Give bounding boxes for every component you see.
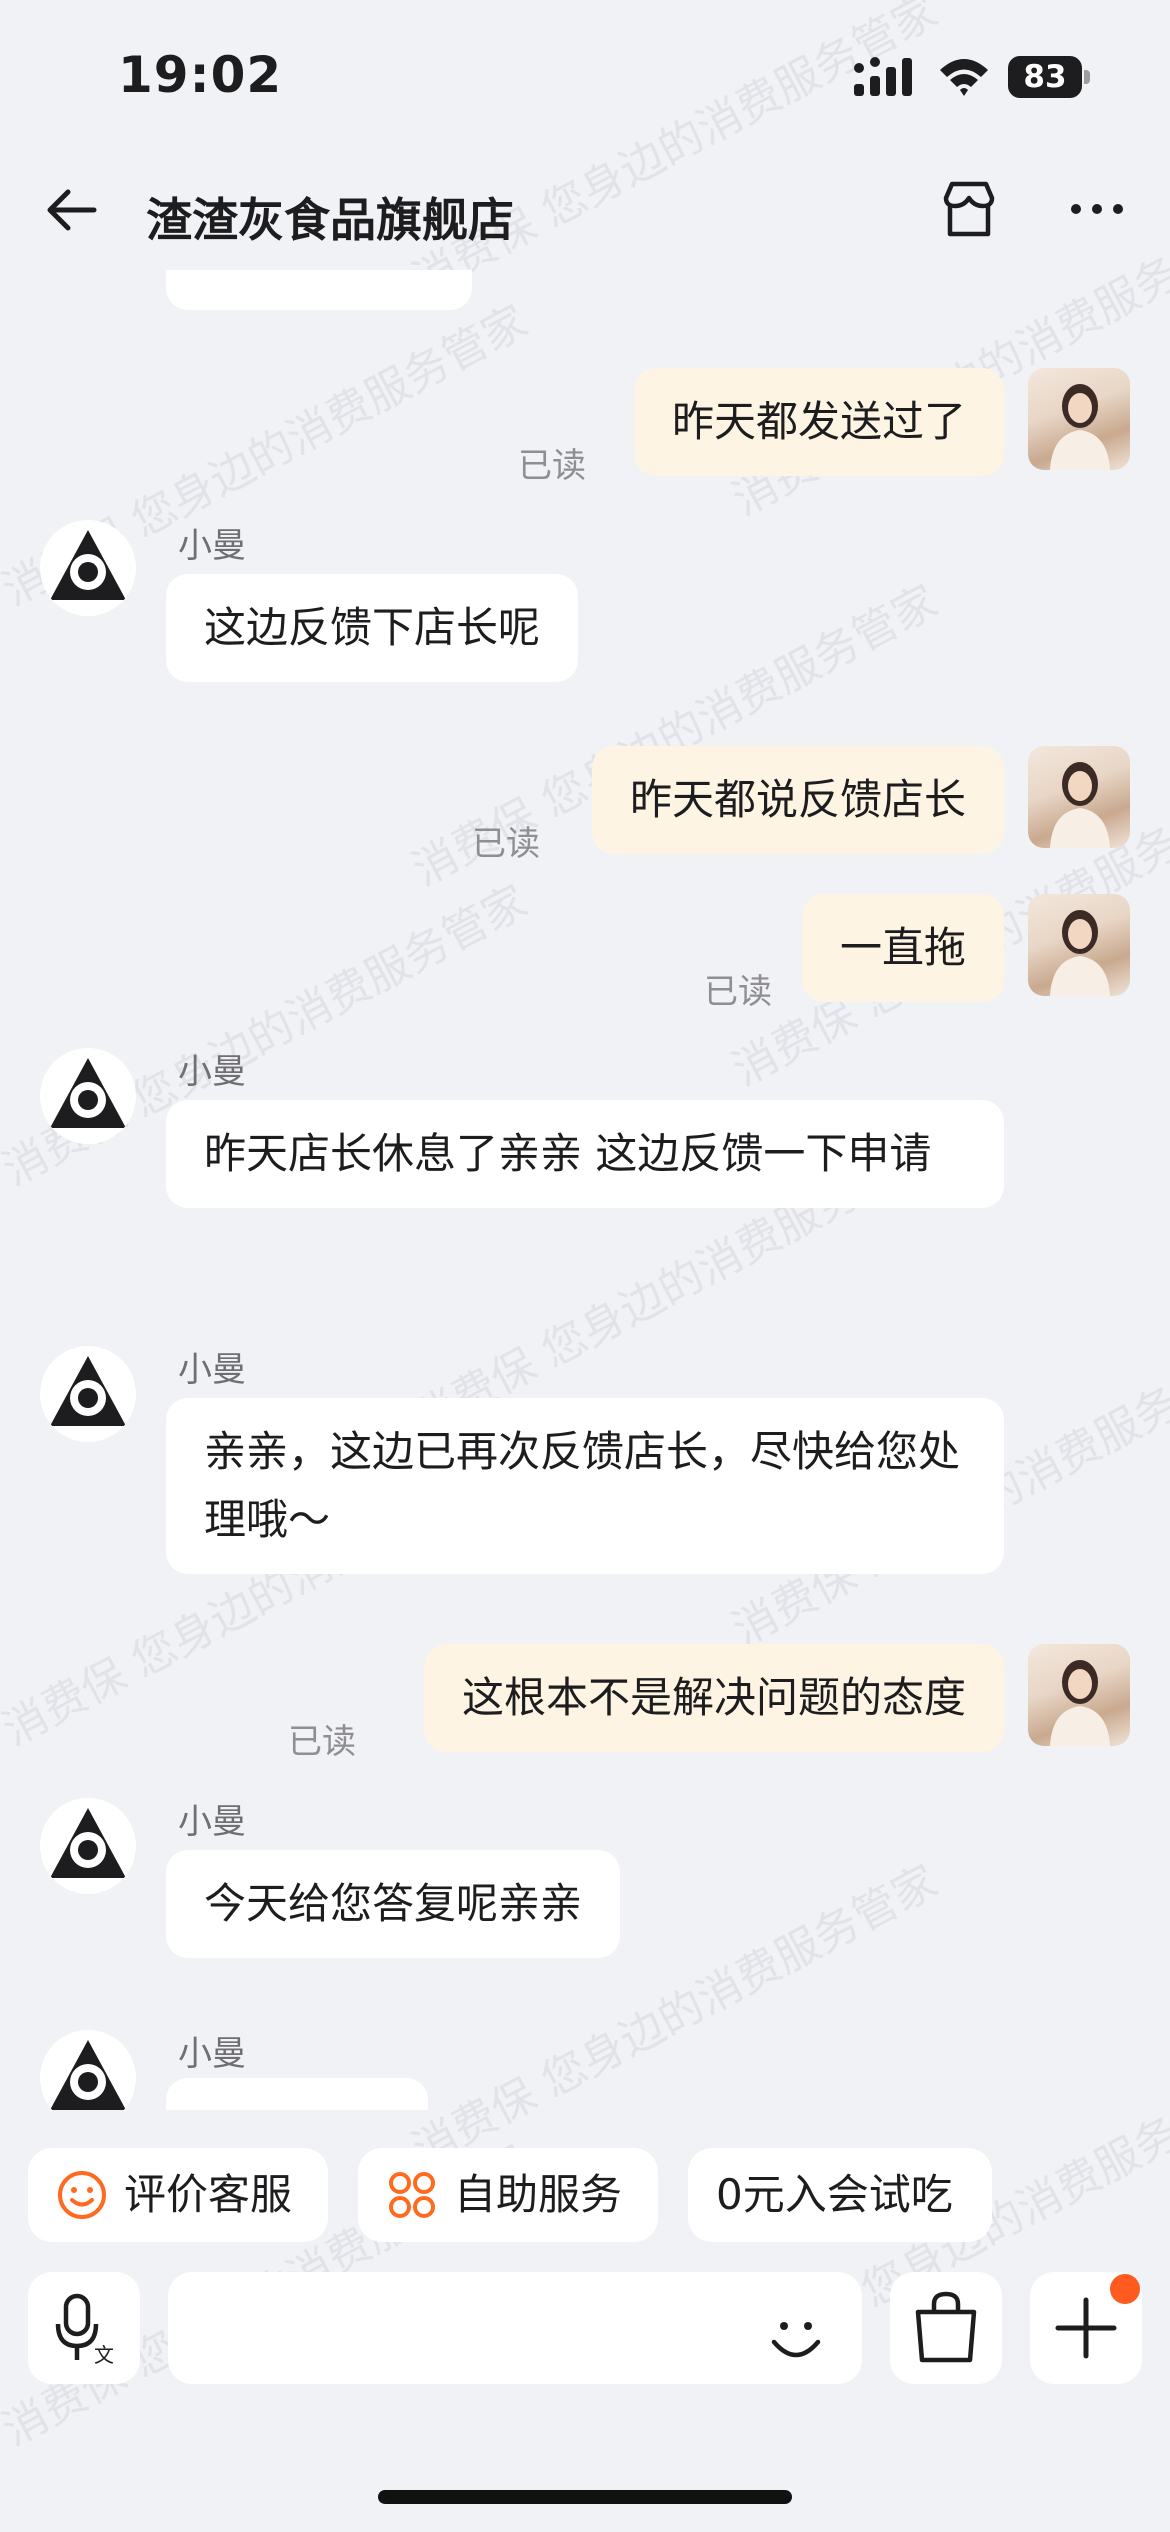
agent-avatar[interactable] — [40, 1048, 136, 1144]
message-input-bar: 文 — [0, 2270, 1170, 2400]
voice-input-button[interactable]: 文 — [28, 2272, 140, 2384]
read-receipt: 已读 — [472, 824, 540, 864]
message-bubble-sent[interactable]: 一直拖 — [801, 894, 1004, 1002]
home-indicator[interactable] — [378, 2490, 792, 2504]
agent-avatar[interactable] — [40, 520, 136, 616]
sender-name: 小曼 — [178, 1802, 246, 1842]
message-bubble-sent[interactable]: 昨天都说反馈店长 — [591, 746, 1004, 854]
quick-action-free-membership[interactable]: 0元入会试吃 — [688, 2148, 992, 2242]
read-receipt: 已读 — [288, 1722, 356, 1762]
agent-avatar[interactable] — [40, 1346, 136, 1442]
sender-name: 小曼 — [178, 1052, 246, 1092]
my-avatar[interactable] — [1028, 1644, 1130, 1746]
message-bubble-received[interactable]: 这边反馈下店长呢 — [166, 574, 579, 682]
status-bar: 19:02 83 — [0, 0, 1170, 150]
battery-icon: 83 — [1008, 56, 1090, 98]
sender-name: 小曼 — [178, 2034, 246, 2074]
sender-name: 小曼 — [178, 1350, 246, 1390]
cellular-signal-icon — [854, 57, 912, 96]
message-bubble-sent[interactable]: 这根本不是解决问题的态度 — [423, 1644, 1004, 1752]
shopping-bag-icon — [915, 2291, 977, 2363]
battery-tip — [1084, 70, 1090, 84]
store-icon[interactable] — [936, 176, 1002, 242]
shopping-bag-button[interactable] — [890, 2272, 1002, 2384]
quick-action-label: 评价客服 — [124, 2170, 293, 2219]
quick-action-self-service[interactable]: 自助服务 — [358, 2148, 658, 2242]
chat-header: 渣渣灰食品旗舰店 — [0, 150, 1170, 270]
message-input[interactable] — [168, 2272, 862, 2384]
grid-icon — [389, 2172, 435, 2218]
microphone-icon: 文 — [55, 2293, 114, 2367]
chat-message-list[interactable]: 昨天都发送过了 已读 小曼 这边反馈下店长呢 昨天都说反馈店长 已读 一直拖 已… — [0, 270, 1170, 2110]
notification-badge — [1110, 2274, 1140, 2304]
agent-avatar[interactable] — [40, 1798, 136, 1894]
message-bubble-partial — [166, 270, 472, 310]
svg-text:文: 文 — [94, 2343, 114, 2367]
battery-level: 83 — [1008, 56, 1082, 98]
back-arrow-icon[interactable] — [40, 178, 104, 242]
quick-action-rate-service[interactable]: 评价客服 — [28, 2148, 328, 2242]
shop-title: 渣渣灰食品旗舰店 — [146, 193, 514, 247]
my-avatar[interactable] — [1028, 894, 1130, 996]
read-receipt: 已读 — [704, 972, 772, 1012]
agent-avatar[interactable] — [40, 2030, 136, 2110]
my-avatar[interactable] — [1028, 368, 1130, 470]
message-bubble-received[interactable]: 昨天店长休息了亲亲 这边反馈一下申请 — [166, 1100, 1004, 1208]
smile-icon — [58, 2171, 106, 2219]
sender-name: 小曼 — [178, 526, 246, 566]
my-avatar[interactable] — [1028, 746, 1130, 848]
quick-action-label: 0元入会试吃 — [716, 2170, 953, 2219]
message-bubble-received-partial[interactable] — [166, 2078, 428, 2110]
more-options-icon[interactable] — [1064, 176, 1130, 242]
message-bubble-sent[interactable]: 昨天都发送过了 — [633, 368, 1004, 476]
status-time: 19:02 — [118, 46, 283, 104]
wifi-icon — [940, 59, 988, 96]
message-bubble-received[interactable]: 今天给您答复呢亲亲 — [166, 1850, 621, 1958]
read-receipt: 已读 — [518, 446, 586, 486]
message-bubble-received[interactable]: 亲亲，这边已再次反馈店长，尽快给您处理哦～ — [166, 1398, 1004, 1574]
emoji-icon[interactable] — [760, 2302, 832, 2374]
quick-action-label: 自助服务 — [454, 2170, 623, 2219]
